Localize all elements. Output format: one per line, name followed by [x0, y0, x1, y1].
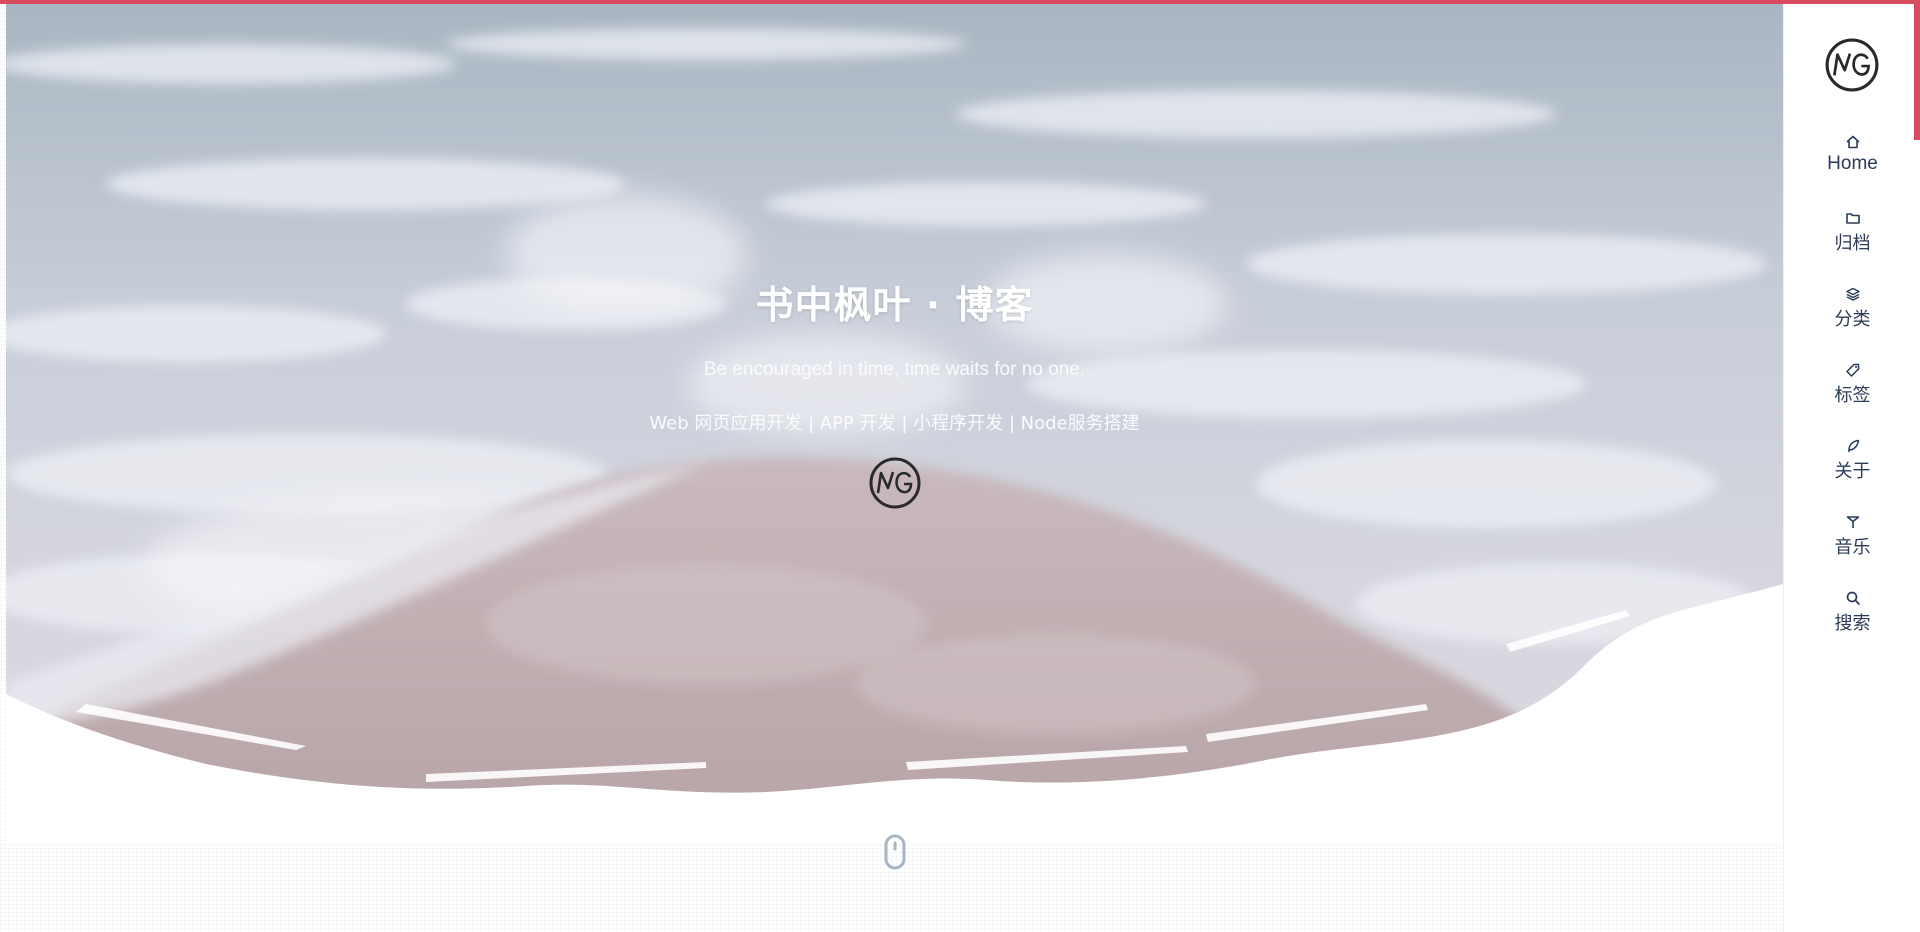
top-progress-line [0, 0, 1920, 4]
nav-label-categories: 分类 [1834, 309, 1871, 330]
mouse-icon[interactable] [884, 834, 906, 870]
nav-label-home: Home [1827, 153, 1878, 174]
home-icon [1845, 135, 1860, 149]
sidebar-nav: Home 归档 分类 标签 关于 音乐 搜索 [1784, 132, 1920, 664]
nav-label-music: 音乐 [1834, 537, 1871, 558]
nav-item-search[interactable]: 搜索 [1784, 588, 1920, 664]
site-subtitle: Web 网页应用开发 | APP 开发 | 小程序开发 | Node服务搭建 [649, 413, 1140, 434]
tag-icon [1845, 363, 1859, 377]
nav-label-about: 关于 [1834, 461, 1871, 482]
site-title: 书中枫叶 · 博客 [755, 283, 1034, 327]
hero-banner: 书中枫叶 · 博客 Be encouraged in time, time wa… [6, 4, 1783, 844]
music-icon [1846, 516, 1859, 528]
nav-item-home[interactable]: Home [1784, 132, 1920, 208]
scrollbar-thumb[interactable] [1914, 0, 1920, 140]
mg-logo-icon[interactable] [868, 456, 922, 510]
nav-label-archive: 归档 [1834, 233, 1871, 254]
nav-item-archive[interactable]: 归档 [1784, 208, 1920, 284]
search-icon [1846, 591, 1860, 605]
nav-item-about[interactable]: 关于 [1784, 436, 1920, 512]
nav-label-search: 搜索 [1834, 613, 1871, 634]
feather-icon [1847, 439, 1859, 453]
nav-label-tags: 标签 [1834, 385, 1871, 406]
sidebar: Home 归档 分类 标签 关于 音乐 搜索 [1783, 4, 1920, 932]
sidebar-logo-icon[interactable] [1824, 37, 1880, 93]
nav-item-categories[interactable]: 分类 [1784, 284, 1920, 360]
nav-item-music[interactable]: 音乐 [1784, 512, 1920, 588]
layers-icon [1845, 287, 1860, 301]
site-motto: Be encouraged in time, time waits for no… [703, 359, 1086, 380]
nav-item-tags[interactable]: 标签 [1784, 360, 1920, 436]
folder-icon [1845, 213, 1860, 224]
